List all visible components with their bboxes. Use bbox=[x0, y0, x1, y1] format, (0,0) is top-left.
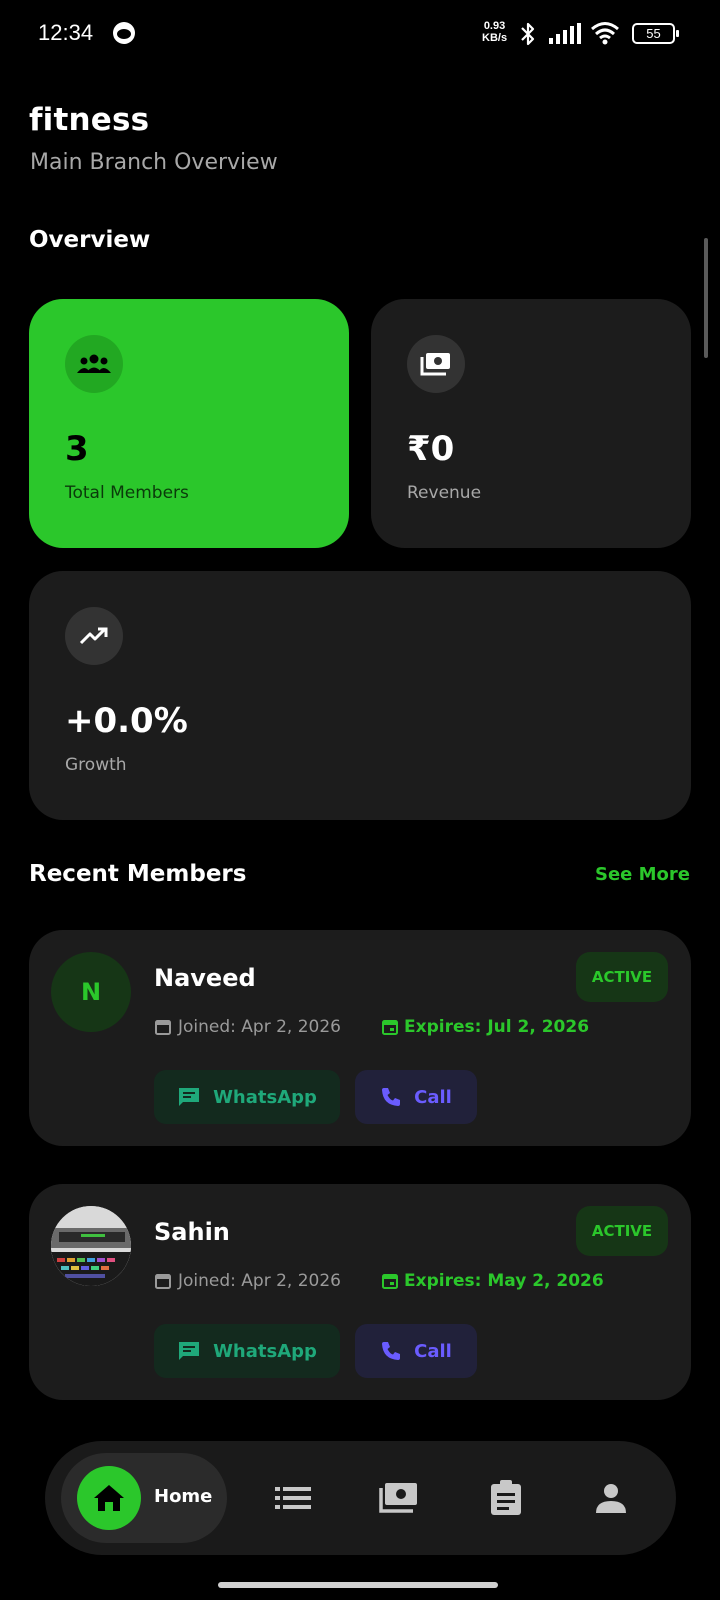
avatar-photo bbox=[51, 1206, 131, 1286]
total-members-label: Total Members bbox=[65, 483, 189, 503]
growth-card[interactable]: +0.0% Growth bbox=[29, 571, 691, 820]
network-speed: 0.93 KB/s bbox=[482, 20, 507, 44]
payments-icon bbox=[407, 335, 465, 393]
see-more-link[interactable]: See More bbox=[595, 864, 690, 885]
whatsapp-button[interactable]: WhatsApp bbox=[154, 1070, 340, 1124]
status-bar: 12:34 0.93 KB/s 55 bbox=[0, 0, 720, 70]
call-button[interactable]: Call bbox=[355, 1324, 477, 1378]
member-name: Sahin bbox=[154, 1218, 230, 1246]
app-title: fitness bbox=[29, 102, 150, 138]
member-card[interactable]: N Naveed ACTIVE Joined: Apr 2, 2026 Expi… bbox=[29, 930, 691, 1146]
calendar-icon bbox=[155, 1020, 171, 1035]
person-icon bbox=[596, 1484, 626, 1513]
status-time: 12:34 bbox=[38, 20, 94, 45]
recent-members-title: Recent Members bbox=[29, 861, 247, 887]
chat-icon bbox=[179, 1342, 200, 1360]
status-badge: ACTIVE bbox=[576, 1206, 668, 1256]
joined-date: Joined: Apr 2, 2026 bbox=[154, 1271, 341, 1291]
payments-icon bbox=[379, 1483, 417, 1513]
nav-profile[interactable] bbox=[589, 1476, 633, 1520]
call-button[interactable]: Call bbox=[355, 1070, 477, 1124]
total-members-value: 3 bbox=[65, 429, 89, 469]
whatsapp-button[interactable]: WhatsApp bbox=[154, 1324, 340, 1378]
expiry-date-text: Expires: Jul 2, 2026 bbox=[404, 1017, 590, 1037]
nav-reports[interactable] bbox=[484, 1476, 528, 1520]
nav-payments[interactable] bbox=[377, 1476, 421, 1520]
network-speed-value: 0.93 bbox=[483, 20, 506, 32]
whatsapp-label: WhatsApp bbox=[213, 1086, 317, 1108]
avatar: N bbox=[51, 952, 131, 1032]
battery-icon: 55 bbox=[632, 23, 679, 44]
avatar-initial: N bbox=[80, 978, 102, 1006]
revenue-label: Revenue bbox=[407, 483, 482, 503]
wifi-icon bbox=[591, 22, 619, 45]
joined-date-text: Joined: Apr 2, 2026 bbox=[178, 1271, 341, 1291]
group-icon bbox=[65, 335, 123, 393]
phone-icon bbox=[382, 1342, 401, 1360]
scrollbar[interactable] bbox=[704, 238, 708, 358]
signal-icon bbox=[549, 23, 581, 44]
expiry-date: Expires: May 2, 2026 bbox=[382, 1271, 604, 1291]
nav-members[interactable] bbox=[271, 1476, 315, 1520]
home-icon bbox=[77, 1466, 141, 1530]
call-label: Call bbox=[414, 1086, 452, 1108]
network-speed-unit: KB/s bbox=[482, 32, 508, 44]
growth-value: +0.0% bbox=[65, 701, 188, 741]
growth-label: Growth bbox=[65, 755, 127, 775]
status-badge: ACTIVE bbox=[576, 952, 668, 1002]
joined-date: Joined: Apr 2, 2026 bbox=[154, 1017, 341, 1037]
battery-level: 55 bbox=[646, 26, 661, 41]
gesture-bar[interactable] bbox=[218, 1582, 498, 1588]
notification-app-icon bbox=[113, 22, 135, 44]
call-label: Call bbox=[414, 1340, 452, 1362]
member-name: Naveed bbox=[154, 964, 256, 992]
bottom-navigation: Home bbox=[45, 1441, 676, 1555]
member-card[interactable]: Sahin ACTIVE Joined: Apr 2, 2026 Expires… bbox=[29, 1184, 691, 1400]
bluetooth-icon bbox=[521, 22, 535, 46]
total-members-card[interactable]: 3 Total Members bbox=[29, 299, 349, 548]
revenue-value: ₹0 bbox=[407, 429, 455, 469]
nav-home-label: Home bbox=[154, 1486, 213, 1507]
page-subtitle: Main Branch Overview bbox=[30, 150, 278, 175]
clipboard-icon bbox=[491, 1480, 521, 1515]
nav-home[interactable]: Home bbox=[61, 1453, 227, 1543]
overview-section-title: Overview bbox=[29, 227, 151, 253]
expiry-date: Expires: Jul 2, 2026 bbox=[382, 1017, 589, 1037]
event-icon bbox=[382, 1274, 398, 1289]
revenue-card[interactable]: ₹0 Revenue bbox=[371, 299, 691, 548]
joined-date-text: Joined: Apr 2, 2026 bbox=[178, 1017, 341, 1037]
calendar-icon bbox=[155, 1274, 171, 1289]
whatsapp-label: WhatsApp bbox=[213, 1340, 317, 1362]
trending-up-icon bbox=[65, 607, 123, 665]
phone-icon bbox=[382, 1088, 401, 1106]
chat-icon bbox=[179, 1088, 200, 1106]
expiry-date-text: Expires: May 2, 2026 bbox=[404, 1271, 604, 1291]
event-icon bbox=[382, 1020, 398, 1035]
list-icon bbox=[275, 1487, 311, 1509]
